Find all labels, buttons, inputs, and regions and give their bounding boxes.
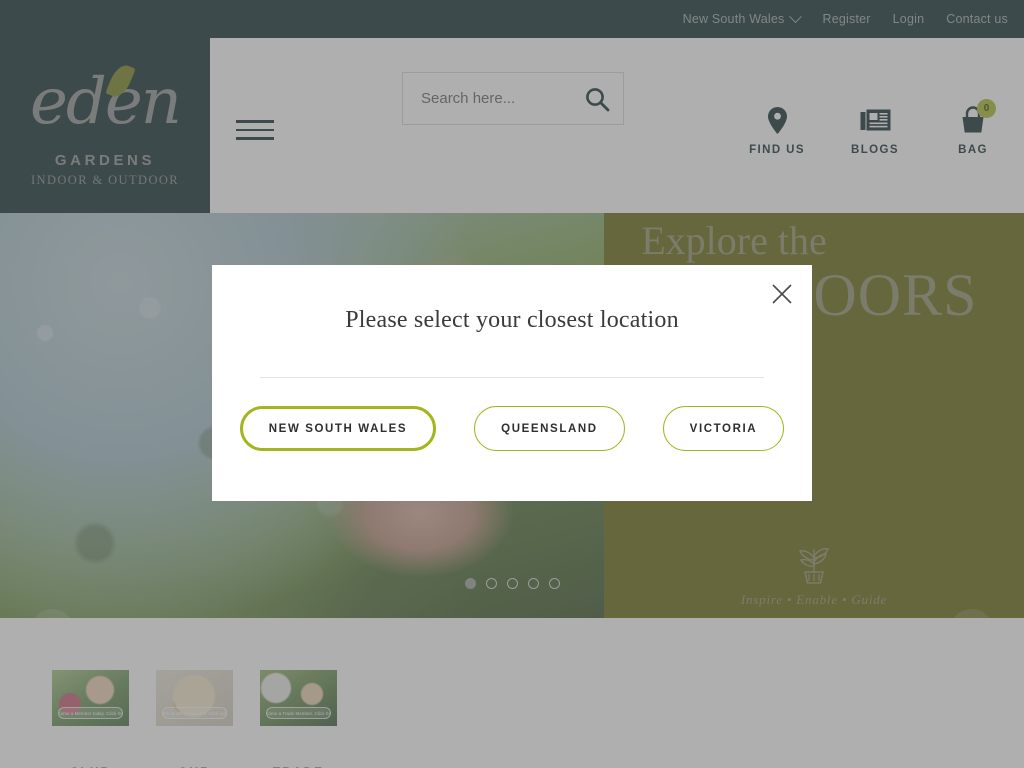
location-modal: Please select your closest location NEW … xyxy=(212,265,812,501)
close-icon[interactable] xyxy=(770,282,794,306)
modal-title: Please select your closest location xyxy=(345,307,679,333)
location-option-new-south-wales[interactable]: NEW SOUTH WALES xyxy=(239,406,437,451)
location-options: NEW SOUTH WALES QUEENSLAND VICTORIA xyxy=(212,406,812,451)
location-option-queensland[interactable]: QUEENSLAND xyxy=(474,406,625,451)
location-option-victoria[interactable]: VICTORIA xyxy=(662,406,785,451)
modal-divider xyxy=(260,377,764,378)
page-root: New South Wales Register Login Contact u… xyxy=(0,0,1024,768)
